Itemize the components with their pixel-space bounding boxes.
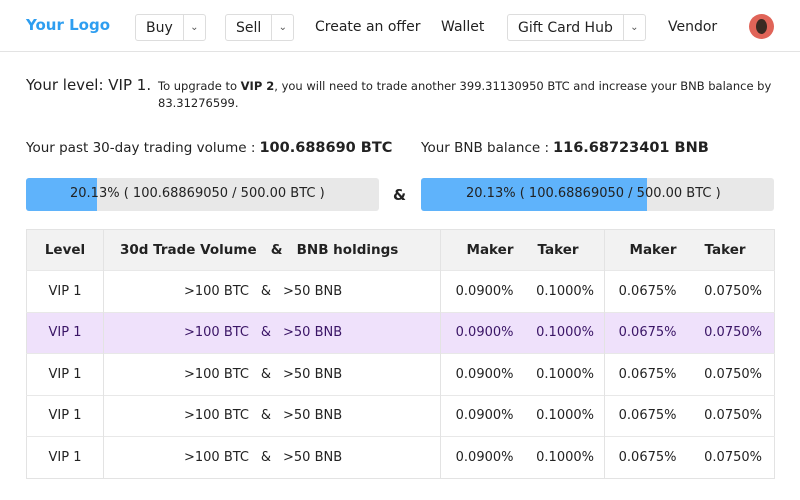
cell-volume-bnb: >100 BTC & >50 BNB [103,353,441,395]
cell-maker: 0.0900% [440,394,526,437]
sell-dropdown[interactable]: Sell ⌄ [225,14,295,41]
cell-taker: 0.0750% [692,353,775,395]
cell-taker: 0.0750% [692,311,775,354]
cell-level: VIP 1 [26,394,104,437]
cell-maker: 0.0675% [604,394,693,437]
table-header: Level 30d Trade Volume & BNB holdings Ma… [26,229,775,271]
progress-text: 20.13% ( 100.68869050 / 500.00 BTC ) [70,186,325,201]
vendor-link[interactable]: Vendor [668,19,717,35]
bnb-value: 116.68723401 BNB [553,140,709,156]
cell-taker: 0.1000% [525,436,605,478]
cell-taker: 0.0750% [692,270,775,312]
table-row: VIP 1 >100 BTC & >50 BNB 0.0900% 0.1000% 0… [26,311,775,354]
buy-dropdown[interactable]: Buy ⌄ [135,14,206,41]
cell-maker: 0.0900% [440,311,526,354]
gift-card-hub-label: Gift Card Hub [518,19,613,36]
ampersand: & [393,186,407,204]
table-row: VIP 1 >100 BTC & >50 BNB 0.0900% 0.1000% 0… [26,394,775,437]
header-taker: Taker [525,229,605,271]
vip-fee-table: Level 30d Trade Volume & BNB holdings Ma… [26,229,775,479]
volume-stat: Your past 30-day trading volume :100.688… [26,140,392,156]
header-level: Level [26,229,104,271]
cell-volume-bnb: >100 BTC & >50 BNB [103,270,441,312]
volume-value: 100.688690 BTC [259,140,393,156]
cell-taker: 0.0750% [692,394,775,437]
chevron-down-icon[interactable]: ⌄ [622,15,645,40]
bnb-progress-bar: 20.13% ( 100.68869050 / 500.00 BTC ) [421,178,774,211]
level-description: To upgrade to VIP 2, you will need to tr… [158,78,778,112]
cell-maker: 0.0900% [440,436,526,478]
cell-taker: 0.0750% [692,436,775,478]
logo[interactable]: Your Logo [26,16,110,34]
table-row: VIP 1 >100 BTC & >50 BNB 0.0900% 0.1000% 0… [26,353,775,395]
top-nav: Your Logo Buy ⌄ Sell ⌄ Create an offer Wal… [0,0,800,52]
progress-text: 20.13% ( 100.68869050 / 500.00 BTC ) [466,186,721,201]
cell-maker: 0.0675% [604,353,693,395]
chevron-down-icon[interactable]: ⌄ [271,15,293,40]
cell-level: VIP 1 [26,270,104,312]
cell-taker: 0.1000% [525,311,605,354]
volume-progress-bar: 20.13% ( 100.68869050 / 500.00 BTC ) [26,178,379,211]
next-level: VIP 2 [240,79,275,93]
header-maker: Maker [604,229,693,271]
cell-taker: 0.1000% [525,394,605,437]
cell-volume-bnb: >100 BTC & >50 BNB [103,311,441,354]
header-taker: Taker [692,229,775,271]
wallet-link[interactable]: Wallet [441,19,484,35]
desc-text: To upgrade to [158,79,241,93]
volume-label: Your past 30-day trading volume : [26,140,256,156]
cell-maker: 0.0900% [440,270,526,312]
create-offer-link[interactable]: Create an offer [315,19,420,35]
cell-taker: 0.1000% [525,353,605,395]
buy-label: Buy [146,19,173,36]
cell-level: VIP 1 [26,353,104,395]
level-title: Your level: VIP 1. [26,76,152,94]
cell-volume-bnb: >100 BTC & >50 BNB [103,436,441,478]
cell-maker: 0.0675% [604,436,693,478]
table-row: VIP 1 >100 BTC & >50 BNB 0.0900% 0.1000% 0… [26,270,775,312]
sell-label: Sell [236,19,262,36]
header-volume-bnb: 30d Trade Volume & BNB holdings [103,229,441,271]
cell-level: VIP 1 [26,436,104,478]
table-row: VIP 1 >100 BTC & >50 BNB 0.0900% 0.1000% 0… [26,436,775,478]
cell-maker: 0.0900% [440,353,526,395]
cell-maker: 0.0675% [604,270,693,312]
cell-volume-bnb: >100 BTC & >50 BNB [103,394,441,437]
chevron-down-icon[interactable]: ⌄ [182,15,205,40]
header-maker: Maker [440,229,526,271]
gift-card-hub-dropdown[interactable]: Gift Card Hub ⌄ [507,14,646,41]
cell-maker: 0.0675% [604,311,693,354]
bnb-stat: Your BNB balance :116.68723401 BNB [421,140,709,156]
bnb-label: Your BNB balance : [421,140,550,156]
avatar[interactable] [749,14,774,39]
cell-level: VIP 1 [26,311,104,354]
cell-taker: 0.1000% [525,270,605,312]
